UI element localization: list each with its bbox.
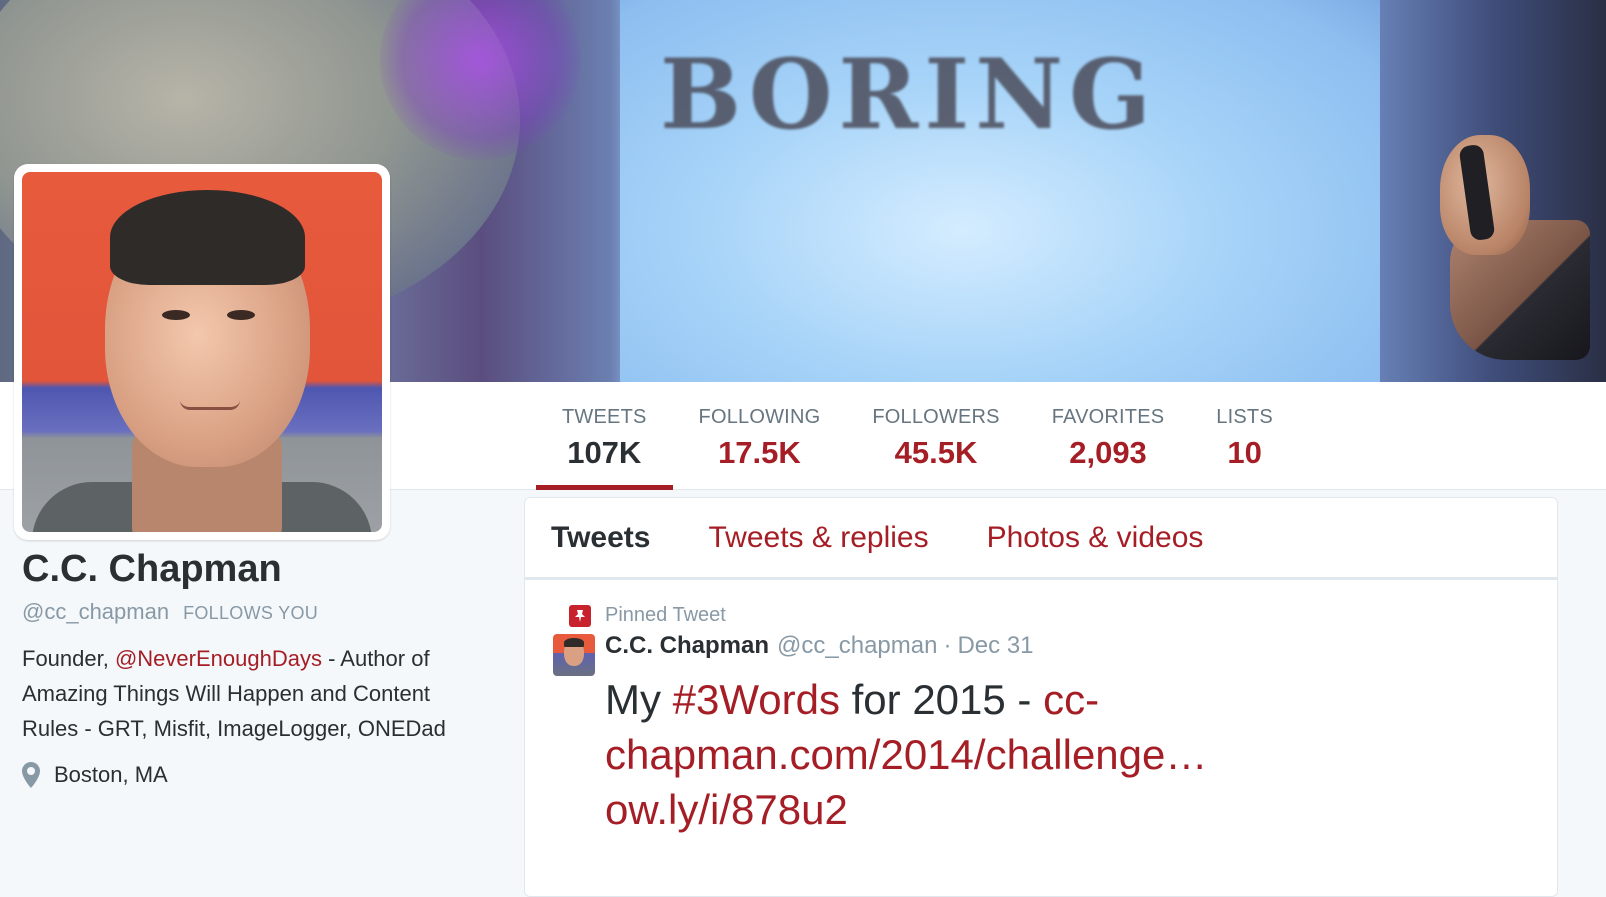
avatar-eye-left [162,310,190,320]
pinned-tweet[interactable]: Pinned Tweet [525,580,1557,627]
avatar-mouth [180,400,240,410]
tab-tweets[interactable]: Tweets [551,521,650,555]
stat-value: 2,093 [1069,435,1147,470]
stat-value: 107K [567,435,642,470]
tweet-text-part: for 2015 - [839,676,1044,723]
bio-prefix: Founder, [22,646,115,671]
tweet-header: C.C. Chapman @cc_chapman · Dec 31 [605,632,1034,660]
profile-card: C.C. Chapman @cc_chapman FOLLOWS YOU Fou… [22,548,492,788]
stat-label: FOLLOWING [698,406,821,428]
tweet-date[interactable]: Dec 31 [957,632,1033,660]
avatar-image [22,172,382,532]
stat-value: 45.5K [894,435,978,470]
tweet-text-part: My [605,676,673,723]
profile-name[interactable]: C.C. Chapman [22,548,492,591]
pin-icon [569,604,591,627]
stat-following[interactable]: FOLLOWING 17.5K [673,382,847,490]
tweet-avatar-hair [564,638,584,647]
profile-handle-row: @cc_chapman FOLLOWS YOU [22,599,492,625]
stat-tweets[interactable]: TWEETS 107K [536,382,673,490]
stat-lists[interactable]: LISTS 10 [1190,382,1299,490]
pinned-label: Pinned Tweet [605,604,726,626]
tweet-author-handle[interactable]: @cc_chapman [777,632,937,660]
avatar-eye-right [227,310,255,320]
pinned-label-row: Pinned Tweet [569,604,726,627]
banner-text: BORING [660,38,1157,151]
tweet-media-link[interactable]: ow.ly/i/878u2 [605,786,848,833]
timeline-tabs: Tweets Tweets & replies Photos & videos [525,498,1557,580]
timeline: Tweets Tweets & replies Photos & videos … [524,497,1558,897]
bio-mention-link[interactable]: @NeverEnoughDays [115,646,322,671]
stat-value: 17.5K [718,435,801,470]
stat-label: FAVORITES [1051,406,1165,428]
location-text: Boston, MA [54,762,168,787]
stat-label: TWEETS [562,406,647,428]
stat-favorites[interactable]: FAVORITES 2,093 [1026,382,1191,490]
tweet-author-name[interactable]: C.C. Chapman [605,632,769,660]
profile-stats: TWEETS 107K FOLLOWING 17.5K FOLLOWERS 45… [536,382,1299,490]
stat-followers[interactable]: FOLLOWERS 45.5K [846,382,1025,490]
follows-you-badge: FOLLOWS YOU [183,603,319,623]
tab-tweets-and-replies[interactable]: Tweets & replies [708,521,928,555]
profile-location: Boston, MA [22,762,492,788]
tweet-avatar[interactable] [553,634,595,676]
profile-handle[interactable]: @cc_chapman [22,599,169,625]
tweet-separator: · [943,632,952,659]
profile-avatar[interactable] [14,164,390,540]
tweet-text: My #3Words for 2015 - cc-chapman.com/201… [605,672,1305,837]
location-pin-icon [22,762,40,788]
tweet-hashtag-link[interactable]: #3Words [673,676,840,723]
stat-label: FOLLOWERS [872,406,1000,428]
stat-value: 10 [1227,435,1262,470]
profile-bio: Founder, @NeverEnoughDays - Author of Am… [22,641,492,746]
tab-photos-and-videos[interactable]: Photos & videos [987,521,1204,555]
stat-label: LISTS [1216,406,1273,428]
avatar-hair [110,190,305,285]
